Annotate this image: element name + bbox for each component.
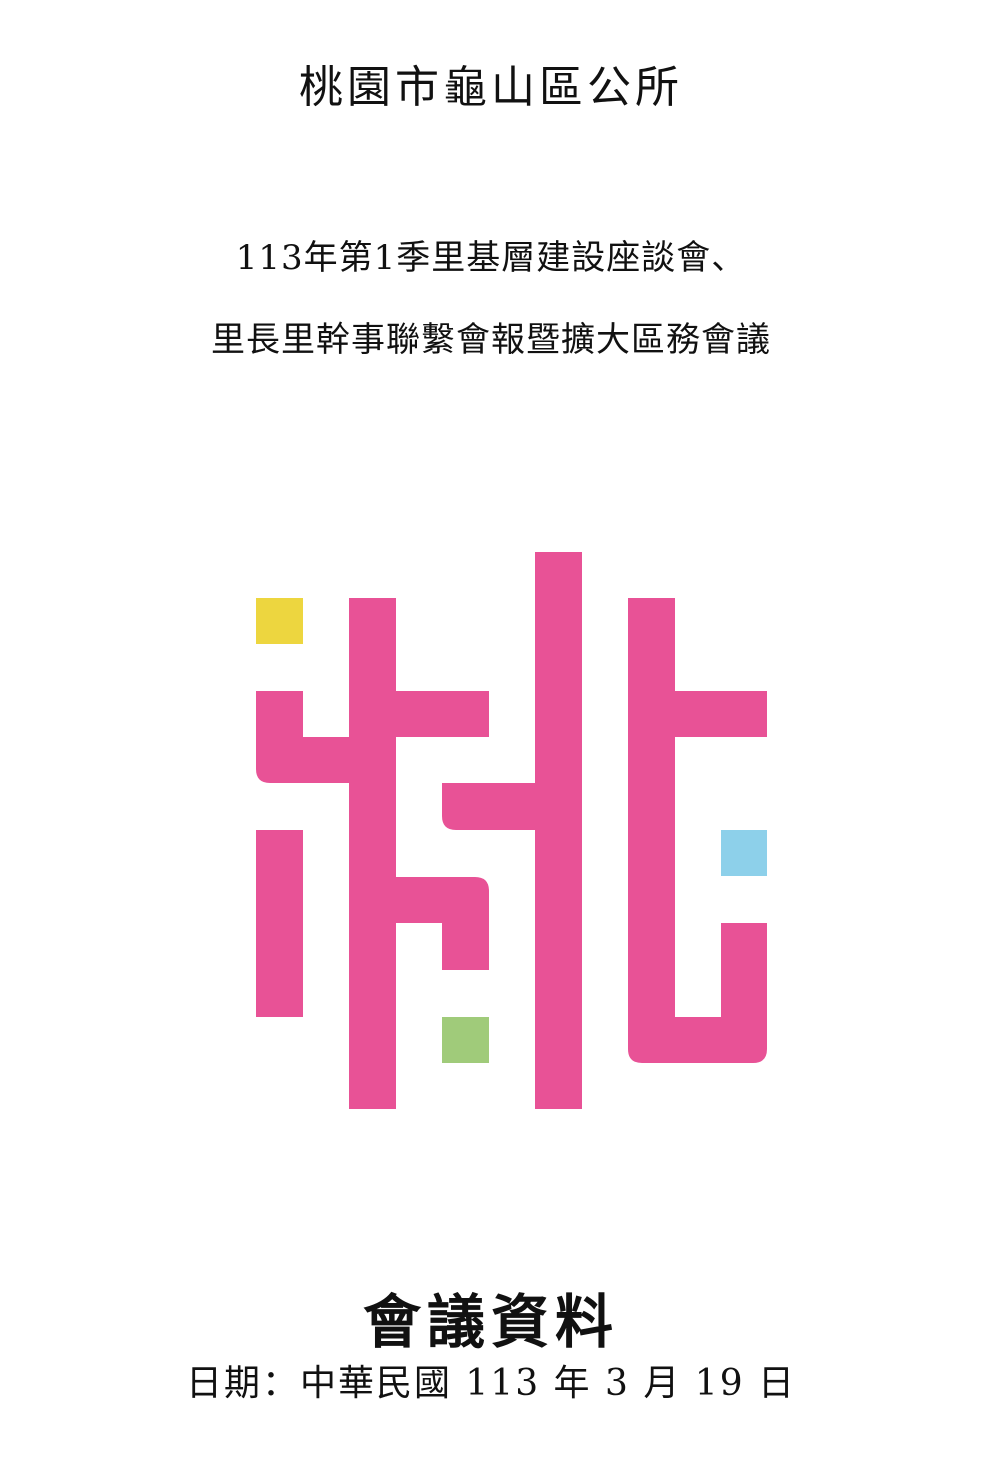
logo-center-pillar — [535, 552, 582, 1109]
logo-left-lower-bar — [256, 830, 303, 1017]
logo-yellow-square — [256, 598, 303, 644]
logo-stem-arm — [396, 691, 489, 737]
logo-lower-hook — [396, 877, 489, 970]
logo-middle-connector — [442, 783, 535, 830]
taoyuan-logo — [256, 552, 767, 1109]
logo-main-stem — [349, 598, 396, 1109]
document-label: 會議資料 — [362, 1288, 619, 1356]
logo-green-square — [442, 1017, 489, 1063]
meeting-date: 日期：中華民國 113 年 3 月 19 日 — [185, 1363, 797, 1404]
logo-left-upper-hook — [256, 691, 349, 783]
logo-blue-square — [721, 830, 767, 876]
